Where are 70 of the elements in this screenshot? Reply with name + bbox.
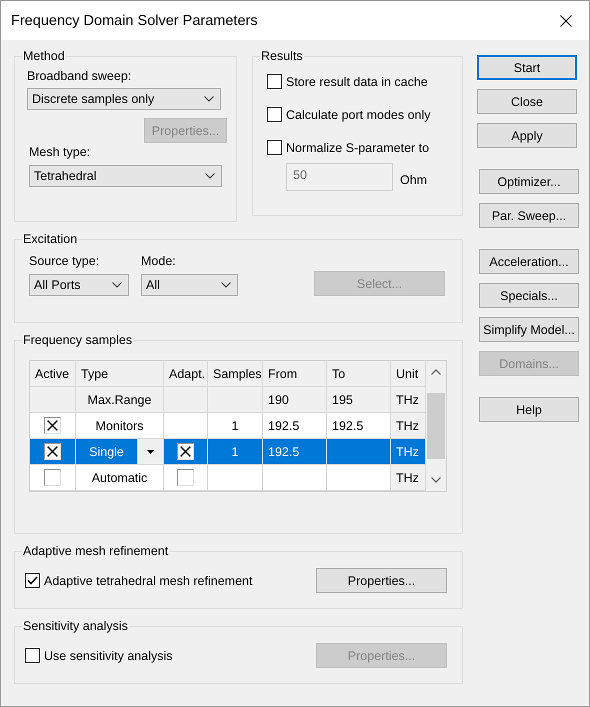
- table-cell: 1: [208, 439, 263, 465]
- field-label: Source type:: [29, 254, 100, 268]
- table-cell: 192.5: [327, 413, 391, 439]
- table-cell: 192.5: [263, 439, 327, 465]
- checkbox-label: Store result data in cache: [286, 74, 428, 88]
- table-cell[interactable]: Monitors: [76, 413, 164, 439]
- group-title: Sensitivity analysis: [22, 619, 129, 633]
- checkbox-label: Use sensitivity analysis: [44, 648, 173, 662]
- unit-label: Ohm: [400, 173, 428, 187]
- chevron-down-icon: [221, 282, 231, 288]
- close-icon: [560, 14, 572, 26]
- table-cell[interactable]: Single: [76, 439, 164, 465]
- table-cell: THz: [391, 387, 426, 413]
- column-header[interactable]: From: [263, 361, 327, 387]
- column-header[interactable]: Adapt.: [164, 361, 208, 387]
- source-type-dropdown[interactable]: All Ports: [29, 274, 129, 296]
- checkbox[interactable]: [267, 140, 282, 155]
- group-title: Method: [22, 49, 66, 63]
- chevron-down-icon: [204, 96, 214, 102]
- table-cell[interactable]: Automatic: [76, 465, 164, 491]
- checkbox[interactable]: [25, 573, 40, 588]
- column-header[interactable]: Samples: [208, 361, 263, 387]
- group-title: Frequency samples: [22, 333, 134, 347]
- column-header[interactable]: To: [327, 361, 391, 387]
- checkbox-label: Normalize S-parameter to: [286, 140, 430, 154]
- window-title: Frequency Domain Solver Parameters: [11, 12, 258, 28]
- button[interactable]: Acceleration...: [479, 249, 579, 274]
- checkbox-label: Adaptive tetrahedral mesh refinement: [44, 574, 252, 588]
- checkbox[interactable]: [177, 469, 194, 486]
- table-cell: 190: [263, 387, 327, 413]
- button[interactable]: Specials...: [479, 283, 579, 308]
- column-header[interactable]: Unit: [391, 361, 426, 387]
- button[interactable]: Close: [477, 89, 577, 114]
- field-label: Mode:: [141, 254, 176, 268]
- column-header[interactable]: Active: [30, 361, 76, 387]
- checkbox[interactable]: [267, 107, 282, 122]
- table-cell[interactable]: Max.Range: [76, 387, 164, 413]
- checkbox[interactable]: [267, 74, 282, 89]
- table-cell: THz: [391, 439, 426, 465]
- table-cell: THz: [391, 465, 426, 491]
- checkbox[interactable]: [177, 443, 194, 460]
- table-cell: THz: [391, 413, 426, 439]
- group-title: Excitation: [22, 232, 78, 246]
- button[interactable]: Help: [479, 397, 579, 422]
- checkbox-label: Calculate port modes only: [286, 108, 431, 122]
- caret-down-icon: [147, 450, 154, 454]
- checkbox[interactable]: [25, 648, 40, 663]
- table-cell: 192.5: [263, 413, 327, 439]
- dropdown-button[interactable]: [137, 439, 163, 464]
- button[interactable]: Properties...: [316, 568, 447, 593]
- mesh-type-dropdown[interactable]: Tetrahedral: [29, 165, 222, 187]
- chevron-down-icon: [112, 282, 122, 288]
- button[interactable]: Start: [477, 55, 577, 80]
- button[interactable]: Par. Sweep...: [479, 203, 579, 228]
- group-title: Adaptive mesh refinement: [22, 544, 170, 558]
- button[interactable]: Simplify Model...: [479, 317, 579, 342]
- field-label: Mesh type:: [29, 145, 90, 159]
- checkbox[interactable]: [44, 443, 61, 460]
- field-label: Broadband sweep:: [27, 69, 132, 83]
- table-cell: 195: [327, 387, 391, 413]
- group-title: Results: [260, 49, 304, 63]
- column-header[interactable]: Type: [76, 361, 164, 387]
- mode-dropdown[interactable]: All: [141, 274, 238, 296]
- checkbox[interactable]: [44, 417, 61, 434]
- chevron-down-icon: [205, 173, 215, 179]
- broadband-dropdown[interactable]: Discrete samples only: [27, 88, 221, 110]
- table-cell: 1: [208, 413, 263, 439]
- button[interactable]: Optimizer...: [479, 169, 579, 194]
- button[interactable]: Apply: [477, 123, 577, 148]
- checkbox[interactable]: [44, 469, 61, 486]
